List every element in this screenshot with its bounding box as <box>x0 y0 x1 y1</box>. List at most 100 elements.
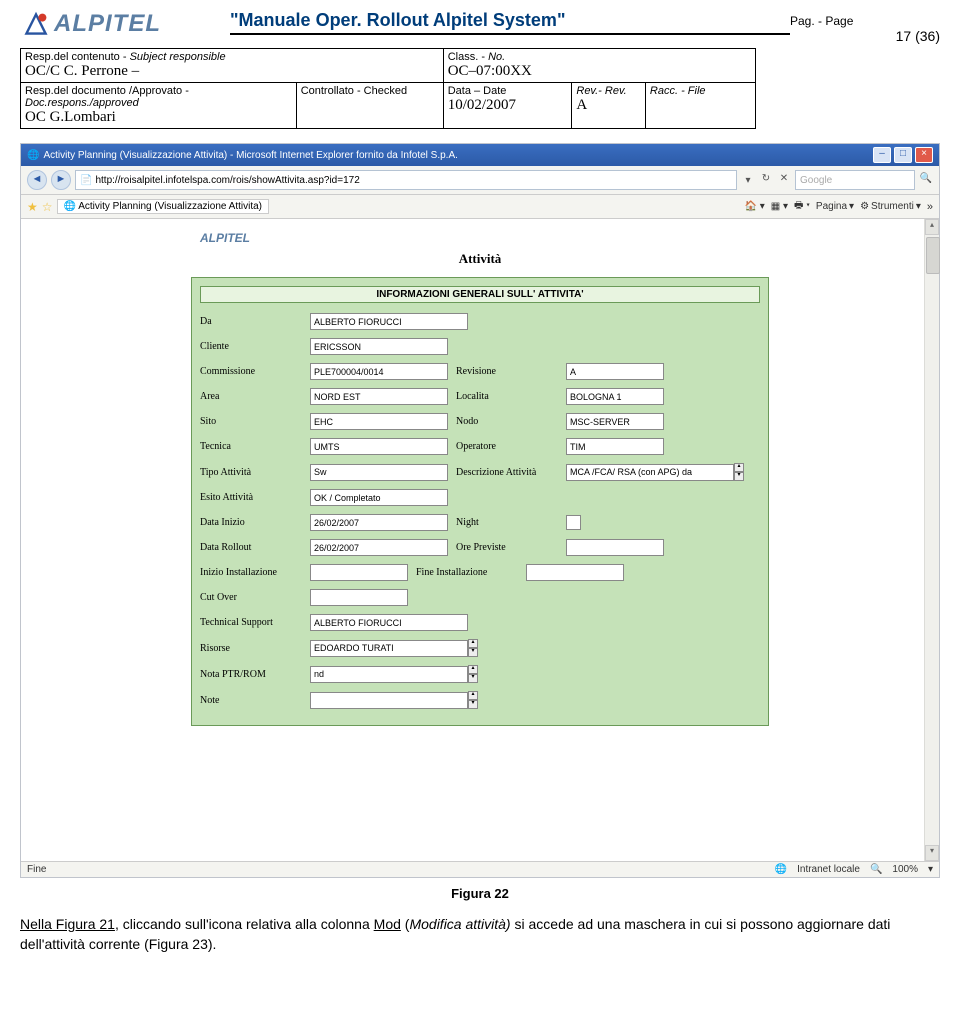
tools-menu[interactable]: ⚙ Strumenti ▾ <box>860 201 921 212</box>
field-risorse[interactable]: EDOARDO TURATI <box>310 640 468 657</box>
logo-text: ALPITEL <box>54 10 161 38</box>
print-icon[interactable]: 🖶 ▾ <box>794 198 810 215</box>
vertical-scrollbar[interactable]: ▴ ▾ <box>924 219 939 861</box>
back-button[interactable]: ◄ <box>27 170 47 190</box>
field-cut-over[interactable] <box>310 589 408 606</box>
label-cut-over: Cut Over <box>200 592 310 603</box>
field-fine-inst[interactable] <box>526 564 624 581</box>
spinner-descrizione[interactable]: ▴▾ <box>734 463 744 481</box>
add-favorite-icon[interactable]: ☆ <box>42 200 53 214</box>
label-fine-inst: Fine Installazione <box>408 567 526 578</box>
zone-icon: 🌐 <box>775 864 787 875</box>
field-da[interactable]: ALBERTO FIORUCCI <box>310 313 468 330</box>
zone-text: Intranet locale <box>797 864 860 875</box>
status-text: Fine <box>27 864 46 875</box>
field-nodo[interactable]: MSC-SERVER <box>566 413 664 430</box>
label-inizio-inst: Inizio Installazione <box>200 567 310 578</box>
refresh-icon[interactable]: ↻ <box>759 173 773 187</box>
label-area: Area <box>200 391 310 402</box>
spinner-note[interactable]: ▴▾ <box>468 691 478 709</box>
label-tech-support: Technical Support <box>200 617 310 628</box>
document-title: "Manuale Oper. Rollout Alpitel System" <box>230 10 790 35</box>
page-menu[interactable]: Pagina ▾ <box>816 201 854 212</box>
label-ore-previste: Ore Previste <box>448 542 566 553</box>
window-title: Activity Planning (Visualizzazione Attiv… <box>43 150 457 161</box>
label-data-rollout: Data Rollout <box>200 542 310 553</box>
field-descrizione[interactable]: MCA /FCA/ RSA (con APG) da <box>566 464 734 481</box>
field-sito[interactable]: EHC <box>310 413 448 430</box>
spinner-nota-ptr[interactable]: ▴▾ <box>468 665 478 683</box>
field-localita[interactable]: BOLOGNA 1 <box>566 388 664 405</box>
label-sito: Sito <box>200 416 310 427</box>
label-da: Da <box>200 316 310 327</box>
window-titlebar: 🌐 Activity Planning (Visualizzazione Att… <box>21 144 939 166</box>
label-risorse: Risorse <box>200 643 310 654</box>
scroll-thumb[interactable] <box>926 237 940 274</box>
logo-icon <box>20 10 52 38</box>
forward-button[interactable]: ► <box>51 170 71 190</box>
label-descrizione: Descrizione Attività <box>448 467 566 478</box>
home-icon[interactable]: 🏠 ▾ <box>744 201 764 212</box>
metadata-table: Resp.del contenuto - Subject responsible… <box>20 48 940 129</box>
label-night: Night <box>448 517 566 528</box>
url-input[interactable]: 📄 http://roisalpitel.infotelspa.com/rois… <box>75 170 737 190</box>
field-data-rollout[interactable]: 26/02/2007 <box>310 539 448 556</box>
label-revisione: Revisione <box>448 366 566 377</box>
form-section-header: INFORMAZIONI GENERALI SULL' ATTIVITA' <box>200 286 760 303</box>
status-bar: Fine 🌐 Intranet locale 🔍 100% ▾ <box>21 861 939 877</box>
field-tecnica[interactable]: UMTS <box>310 438 448 455</box>
field-tech-support[interactable]: ALBERTO FIORUCCI <box>310 614 468 631</box>
maximize-button[interactable]: □ <box>894 147 912 163</box>
body-paragraph: Nella Figura 21, cliccando sull'icona re… <box>20 915 940 954</box>
field-commissione[interactable]: PLE700004/0014 <box>310 363 448 380</box>
field-operatore[interactable]: TIM <box>566 438 664 455</box>
browser-tab[interactable]: 🌐 Activity Planning (Visualizzazione Att… <box>57 199 269 214</box>
checkbox-night[interactable] <box>566 515 581 530</box>
field-inizio-inst[interactable] <box>310 564 408 581</box>
spinner-risorse[interactable]: ▴▾ <box>468 639 478 657</box>
ie-icon: 🌐 <box>27 150 39 161</box>
address-bar: ◄ ► 📄 http://roisalpitel.infotelspa.com/… <box>21 166 939 195</box>
zoom-dropdown-icon[interactable]: ▾ <box>928 864 933 875</box>
field-esito[interactable]: OK / Completato <box>310 489 448 506</box>
field-note[interactable] <box>310 692 468 709</box>
close-button[interactable]: × <box>915 147 933 163</box>
url-dropdown-icon[interactable]: ▾ <box>741 175 755 186</box>
field-data-inizio[interactable]: 26/02/2007 <box>310 514 448 531</box>
label-nodo: Nodo <box>448 416 566 427</box>
feed-icon[interactable]: ▦ ▾ <box>771 201 788 212</box>
content-logo: ALPITEL <box>200 231 250 245</box>
label-tecnica: Tecnica <box>200 441 310 452</box>
favorites-star-icon[interactable]: ★ <box>27 200 38 214</box>
tab-bar: ★ ☆ 🌐 Activity Planning (Visualizzazione… <box>21 195 939 219</box>
activity-form: INFORMAZIONI GENERALI SULL' ATTIVITA' Da… <box>191 277 769 726</box>
field-area[interactable]: NORD EST <box>310 388 448 405</box>
page-indicator: Pag. - Page 17 (36) <box>790 10 940 44</box>
search-icon[interactable]: 🔍 <box>919 173 933 187</box>
field-revisione[interactable]: A <box>566 363 664 380</box>
label-data-inizio: Data Inizio <box>200 517 310 528</box>
label-esito: Esito Attività <box>200 492 310 503</box>
figure-caption: Figura 22 <box>20 886 940 901</box>
label-cliente: Cliente <box>200 341 310 352</box>
page-content: ▴ ▾ ALPITEL Attività INFORMAZIONI GENERA… <box>21 219 939 861</box>
label-commissione: Commissione <box>200 366 310 377</box>
field-cliente[interactable]: ERICSSON <box>310 338 448 355</box>
stop-icon[interactable]: ✕ <box>777 173 791 187</box>
label-nota-ptr: Nota PTR/ROM <box>200 669 310 680</box>
search-input[interactable]: Google <box>795 170 915 190</box>
minimize-button[interactable]: – <box>873 147 891 163</box>
label-tipo: Tipo Attività <box>200 467 310 478</box>
field-tipo[interactable]: Sw <box>310 464 448 481</box>
scroll-up-icon[interactable]: ▴ <box>925 219 939 235</box>
field-nota-ptr[interactable]: nd <box>310 666 468 683</box>
field-ore-previste[interactable] <box>566 539 664 556</box>
label-note: Note <box>200 695 310 706</box>
label-operatore: Operatore <box>448 441 566 452</box>
zoom-value: 100% <box>892 864 918 875</box>
zoom-icon: 🔍 <box>870 864 882 875</box>
label-localita: Localita <box>448 391 566 402</box>
content-title: Attività <box>39 251 921 267</box>
browser-window: 🌐 Activity Planning (Visualizzazione Att… <box>20 143 940 878</box>
scroll-down-icon[interactable]: ▾ <box>925 845 939 861</box>
